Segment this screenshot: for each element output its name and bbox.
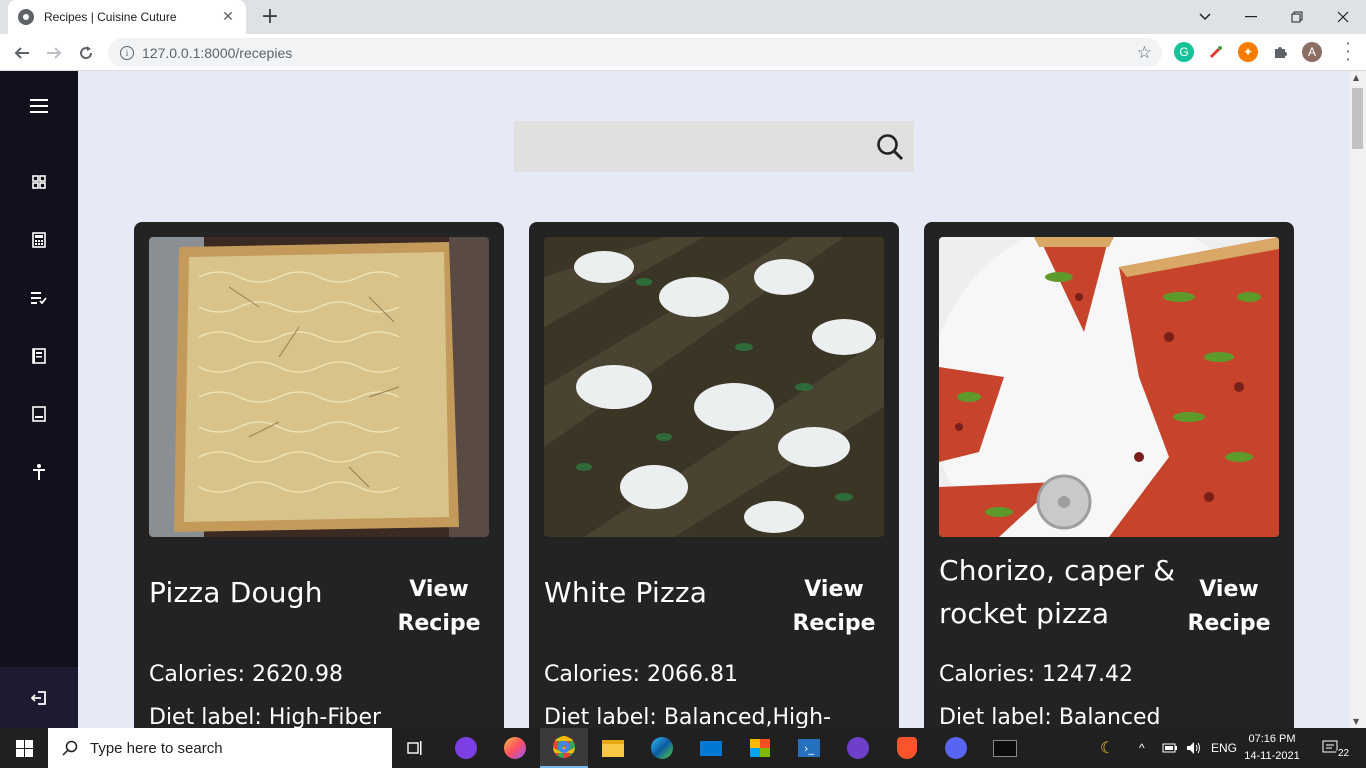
search-input[interactable] bbox=[514, 121, 864, 172]
firefox-icon[interactable] bbox=[491, 728, 539, 768]
url-text: 127.0.0.1:8000/recepies bbox=[142, 44, 293, 61]
terminal-icon[interactable] bbox=[981, 728, 1029, 768]
recipe-card: Pizza Dough View Recipe Calories: 2620.9… bbox=[134, 222, 504, 728]
site-info-icon[interactable]: i bbox=[120, 45, 134, 60]
search-bar bbox=[514, 121, 914, 172]
night-light-icon[interactable]: ☾ bbox=[1100, 728, 1114, 768]
book-icon[interactable] bbox=[28, 345, 50, 367]
recipe-image-chorizo-pizza bbox=[939, 237, 1279, 537]
tab-search-icon[interactable] bbox=[1182, 0, 1228, 34]
app-content: Pizza Dough View Recipe Calories: 2620.9… bbox=[0, 71, 1366, 728]
grammarly-icon[interactable]: G bbox=[1174, 42, 1194, 62]
back-arrow-icon[interactable] bbox=[8, 39, 36, 67]
search-icon[interactable] bbox=[866, 121, 914, 172]
brave-icon[interactable] bbox=[883, 728, 931, 768]
recipe-list-icon[interactable] bbox=[28, 287, 50, 309]
recipe-name: Chorizo, caper & rocket pizza bbox=[939, 554, 1176, 630]
page-scrollbar[interactable]: ▲ ▼ bbox=[1349, 71, 1366, 728]
language-indicator[interactable]: ENG bbox=[1211, 728, 1237, 768]
browser-toolbar: i 127.0.0.1:8000/recepies ☆ G ✦ A · · · bbox=[0, 34, 1366, 71]
recipe-diet-label: Diet label: High-Fiber bbox=[149, 705, 382, 728]
task-view-icon[interactable] bbox=[392, 728, 440, 768]
tab-close-icon[interactable]: ✕ bbox=[220, 9, 236, 25]
scrollbar-thumb[interactable] bbox=[1352, 88, 1363, 149]
new-tab-button[interactable]: + bbox=[258, 5, 282, 29]
browser-tab[interactable]: Recipes | Cuisine Cuture ✕ bbox=[8, 0, 246, 34]
taskbar-clock[interactable]: 07:16 PM 14-11-2021 bbox=[1238, 731, 1306, 765]
accessibility-icon[interactable] bbox=[28, 461, 50, 483]
close-window-button[interactable] bbox=[1320, 0, 1366, 34]
recipe-image-white-pizza bbox=[544, 237, 884, 537]
recipe-card: Chorizo, caper & rocket pizza View Recip… bbox=[924, 222, 1294, 728]
recipe-diet-label: Diet label: Balanced,High- bbox=[544, 705, 832, 728]
powershell-icon[interactable]: ›_ bbox=[785, 728, 833, 768]
recipe-image-pizza-dough bbox=[149, 237, 489, 537]
recipe-calories: Calories: 2066.81 bbox=[544, 662, 738, 687]
mail-icon[interactable] bbox=[687, 728, 735, 768]
notification-center-icon[interactable]: 22 bbox=[1322, 728, 1352, 768]
view-recipe-button[interactable]: View Recipe bbox=[784, 573, 884, 641]
logout-icon[interactable] bbox=[0, 667, 78, 728]
podcast-app-icon[interactable] bbox=[442, 728, 490, 768]
globe-icon bbox=[18, 9, 34, 25]
recipe-name: Pizza Dough bbox=[149, 576, 323, 609]
recipe-card: White Pizza View Recipe Calories: 2066.8… bbox=[529, 222, 899, 728]
recipe-name: White Pizza bbox=[544, 576, 708, 609]
windows-taskbar: Type here to search ›_ ☾ ^ ENG 07:16 PM … bbox=[0, 728, 1366, 768]
volume-icon[interactable] bbox=[1186, 728, 1202, 768]
address-bar[interactable]: i 127.0.0.1:8000/recepies ☆ bbox=[108, 38, 1162, 67]
discord-icon[interactable] bbox=[932, 728, 980, 768]
profile-avatar[interactable]: A bbox=[1302, 42, 1322, 62]
color-picker-icon[interactable] bbox=[1206, 42, 1226, 62]
show-hidden-icons[interactable]: ^ bbox=[1139, 728, 1145, 768]
scroll-up-icon[interactable]: ▲ bbox=[1353, 73, 1359, 82]
browser-menu-icon[interactable]: · · · bbox=[1338, 36, 1358, 68]
puzzle-extensions-icon[interactable] bbox=[1270, 42, 1290, 62]
clock-date: 14-11-2021 bbox=[1244, 750, 1300, 762]
tab-title: Recipes | Cuisine Cuture bbox=[44, 10, 177, 24]
extension-icon[interactable]: ✦ bbox=[1238, 42, 1258, 62]
taskbar-search-placeholder: Type here to search bbox=[90, 739, 223, 757]
recipe-calories: Calories: 2620.98 bbox=[149, 662, 343, 687]
recipe-calories: Calories: 1247.42 bbox=[939, 662, 1133, 687]
bookmark-star-icon[interactable]: ☆ bbox=[1137, 43, 1152, 63]
windows-start-icon[interactable] bbox=[0, 728, 48, 768]
view-recipe-button[interactable]: View Recipe bbox=[389, 573, 489, 641]
dashboard-grid-icon[interactable] bbox=[28, 171, 50, 193]
view-recipe-button[interactable]: View Recipe bbox=[1179, 573, 1279, 641]
reload-icon[interactable] bbox=[72, 39, 100, 67]
scroll-down-icon[interactable]: ▼ bbox=[1353, 717, 1359, 726]
notebook-icon[interactable] bbox=[28, 403, 50, 425]
notification-count: 22 bbox=[1336, 747, 1352, 759]
battery-icon[interactable] bbox=[1162, 728, 1178, 768]
clock-time: 07:16 PM bbox=[1248, 733, 1296, 745]
store-icon[interactable] bbox=[736, 728, 784, 768]
file-explorer-icon[interactable] bbox=[589, 728, 637, 768]
browser-tab-bar: Recipes | Cuisine Cuture ✕ + bbox=[0, 0, 1366, 34]
menu-hamburger-icon[interactable] bbox=[28, 95, 50, 117]
restore-button[interactable] bbox=[1274, 0, 1320, 34]
github-icon[interactable] bbox=[834, 728, 882, 768]
taskbar-search-box[interactable]: Type here to search bbox=[48, 728, 392, 768]
taskbar-search-icon bbox=[62, 740, 78, 756]
calculator-icon[interactable] bbox=[28, 229, 50, 251]
sidebar bbox=[0, 71, 78, 728]
minimize-button[interactable] bbox=[1228, 0, 1274, 34]
chrome-icon[interactable] bbox=[540, 728, 588, 768]
edge-icon[interactable] bbox=[638, 728, 686, 768]
recipe-diet-label: Diet label: Balanced bbox=[939, 705, 1161, 728]
forward-arrow-icon[interactable] bbox=[40, 39, 68, 67]
